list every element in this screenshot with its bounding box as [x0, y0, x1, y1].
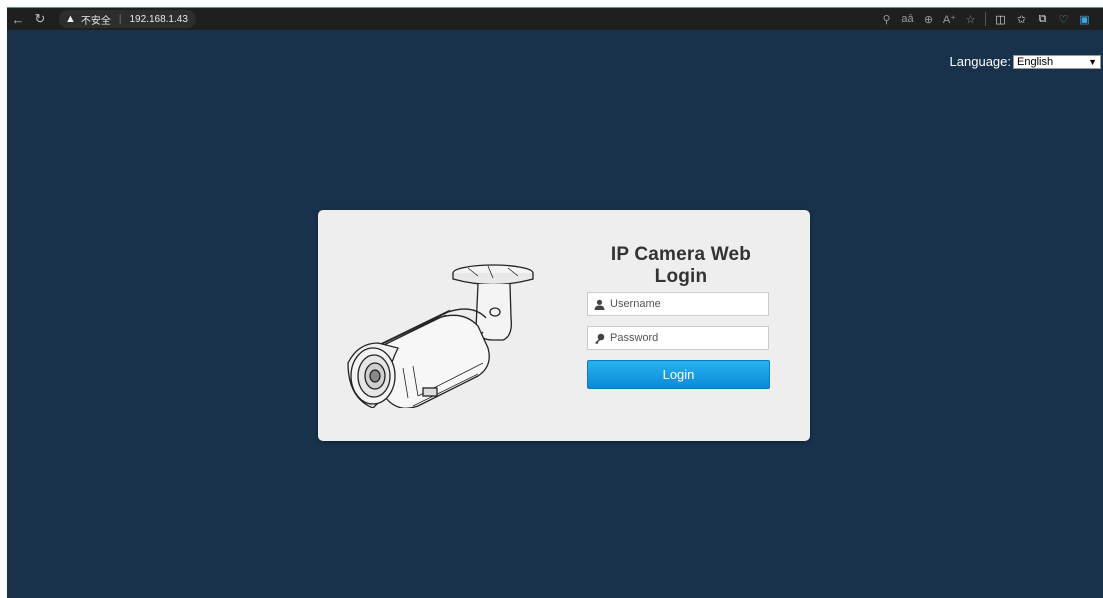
- toolbar-divider: [985, 12, 986, 26]
- chevron-down-icon: ▼: [1088, 56, 1097, 67]
- ip-camera-illustration: [347, 264, 534, 408]
- address-separator: |: [118, 13, 122, 25]
- read-aloud-icon[interactable]: A⁺: [939, 9, 960, 29]
- favorite-star-icon[interactable]: ☆: [960, 9, 981, 29]
- key-icon[interactable]: ⚲: [876, 9, 897, 29]
- browser-toolbar: ← ↻ ▲ 不安全 | 192.168.1.43 ⚲ aā ⊕ A⁺ ☆ ◫ ✩…: [7, 7, 1103, 30]
- translate-icon[interactable]: aā: [897, 9, 918, 29]
- language-selector: Language: English ▼: [950, 54, 1101, 69]
- password-placeholder: Password: [610, 332, 659, 344]
- browser-essentials-icon[interactable]: ♡: [1053, 9, 1074, 29]
- login-panel: IP Camera Web Login Username Password Lo…: [318, 210, 810, 441]
- key-icon: [594, 333, 605, 344]
- collections-icon[interactable]: ⧉: [1032, 9, 1053, 29]
- browser-toolbar-icons: ⚲ aā ⊕ A⁺ ☆ ◫ ✩ ⧉ ♡ ▣: [876, 9, 1103, 29]
- refresh-icon[interactable]: ↻: [29, 9, 51, 29]
- split-screen-icon[interactable]: ◫: [990, 9, 1011, 29]
- language-selected-value: English: [1017, 55, 1054, 68]
- login-button[interactable]: Login: [587, 360, 770, 389]
- language-select[interactable]: English ▼: [1013, 54, 1101, 69]
- security-label[interactable]: 不安全: [81, 12, 111, 27]
- username-placeholder: Username: [610, 298, 661, 310]
- password-field[interactable]: Password: [587, 326, 769, 350]
- favorites-icon[interactable]: ✩: [1011, 9, 1032, 29]
- outlook-icon[interactable]: ▣: [1074, 9, 1095, 29]
- username-field[interactable]: Username: [587, 292, 769, 316]
- login-title: IP Camera Web Login: [610, 244, 752, 287]
- address-text[interactable]: 192.168.1.43: [130, 14, 188, 25]
- address-bar[interactable]: ▲ 不安全 | 192.168.1.43: [59, 10, 196, 28]
- language-label: Language:: [949, 54, 1011, 69]
- user-icon: [594, 299, 605, 310]
- zoom-icon[interactable]: ⊕: [918, 9, 939, 29]
- page-background: Language: English ▼ IP Camera Web Login …: [7, 30, 1103, 598]
- back-arrow-icon[interactable]: ←: [7, 9, 29, 29]
- warning-icon[interactable]: ▲: [65, 13, 76, 25]
